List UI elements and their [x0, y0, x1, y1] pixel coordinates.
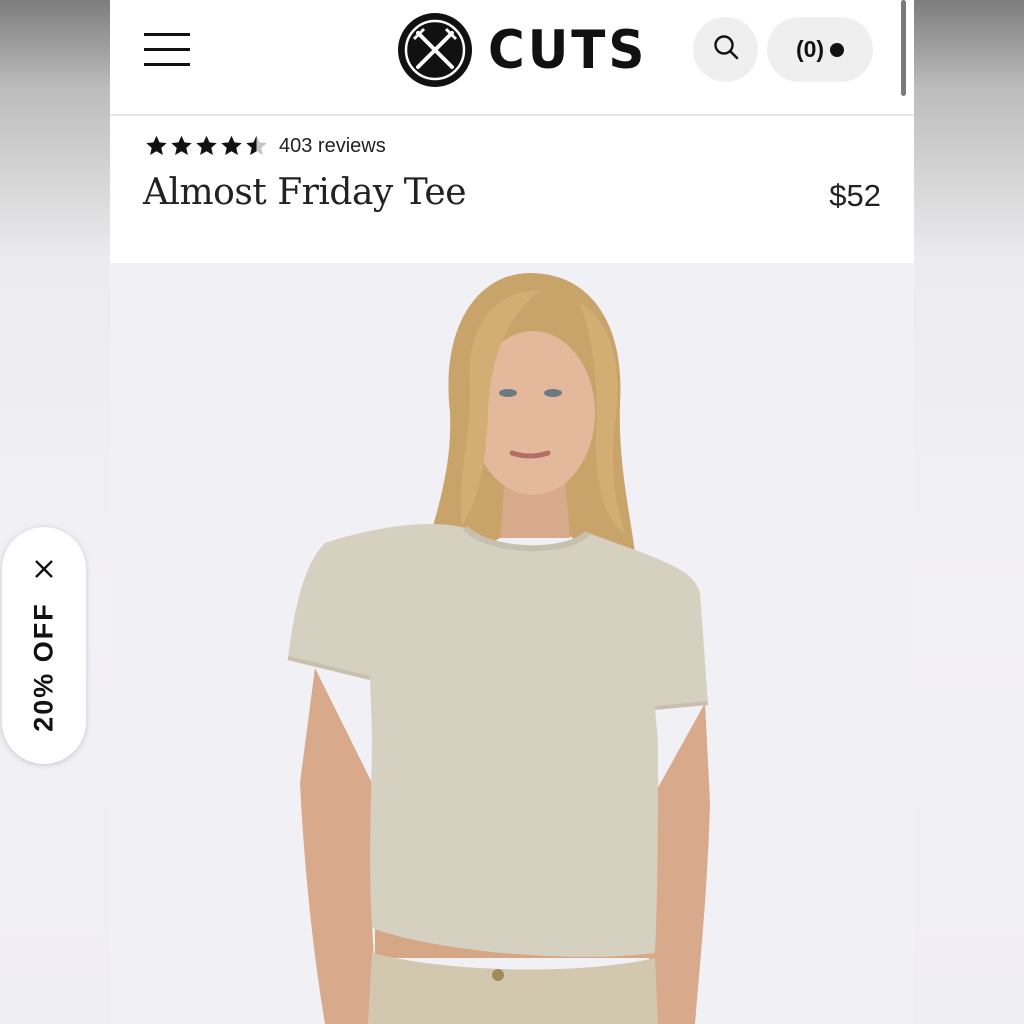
search-icon [712, 33, 740, 66]
menu-bar [144, 63, 190, 66]
menu-button[interactable] [144, 30, 192, 70]
scrollbar[interactable] [901, 0, 906, 96]
close-icon[interactable] [32, 557, 56, 581]
review-count[interactable]: 403 reviews [279, 135, 386, 158]
star-icon [146, 135, 167, 155]
star-icon [221, 135, 242, 155]
half-star-icon [246, 135, 267, 155]
rating[interactable]: 403 reviews [144, 134, 386, 158]
brand-name: CUTS [488, 19, 648, 81]
star-icon [171, 135, 192, 155]
product-image[interactable] [110, 263, 914, 1024]
product-price: $52 [829, 178, 881, 213]
cart-count: (0) [795, 36, 825, 62]
star-icon [196, 135, 217, 155]
dot-icon [830, 42, 845, 57]
model-photo [110, 263, 914, 1024]
product-page: CUTS (0) 403 reviews Almost Friday Tee $… [110, 0, 914, 1024]
star-rating [144, 134, 269, 158]
brand-logo[interactable]: CUTS [396, 10, 647, 90]
cart-button[interactable]: (0) [767, 17, 873, 82]
discount-promo-tab[interactable]: 20% OFF [2, 527, 86, 764]
crossed-swords-logo-icon [396, 11, 474, 89]
product-title: Almost Friday Tee [143, 172, 467, 213]
promo-label: 20% OFF [28, 602, 59, 732]
site-header: CUTS (0) [110, 0, 914, 116]
product-info: 403 reviews Almost Friday Tee $52 [110, 116, 914, 263]
menu-bar [144, 48, 190, 51]
search-button[interactable] [693, 17, 758, 82]
menu-bar [144, 33, 190, 36]
